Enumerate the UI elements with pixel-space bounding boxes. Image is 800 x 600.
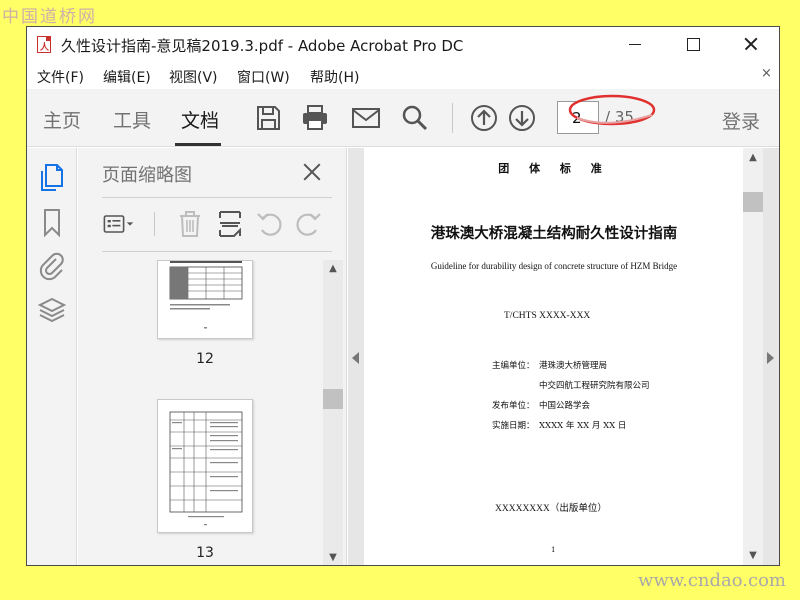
scroll-up-arrow-icon[interactable]: ▲ <box>327 263 339 275</box>
page-total: / 35 <box>605 108 634 126</box>
save-icon[interactable] <box>253 103 283 133</box>
doc-info-label: 实施日期： <box>492 421 535 431</box>
thumbnails-panel: 页面缩略图 12 13 ▲ ▼ <box>78 148 347 565</box>
pdf-app-icon: 人 <box>37 36 51 53</box>
tool-separator <box>154 212 155 236</box>
page-thumbnails-icon[interactable] <box>37 162 67 194</box>
menu-window[interactable]: 窗口(W) <box>237 67 290 87</box>
insert-page-icon[interactable] <box>214 208 246 240</box>
document-view: 团 体 标 准 港珠澳大桥混凝土结构耐久性设计指南 Guideline for … <box>348 148 779 565</box>
doc-title: 港珠澳大桥混凝土结构耐久性设计指南 <box>430 225 678 242</box>
thumbnail-list: 12 13 <box>102 260 327 565</box>
search-icon[interactable] <box>400 103 430 133</box>
left-navigation <box>27 148 77 565</box>
menu-help[interactable]: 帮助(H) <box>310 67 359 87</box>
scroll-down-arrow-icon[interactable]: ▼ <box>327 552 339 564</box>
page-options-icon[interactable] <box>102 208 134 240</box>
scroll-down-arrow-icon[interactable]: ▼ <box>747 550 759 562</box>
doc-page-number: 1 <box>551 546 556 554</box>
close-icon[interactable] <box>300 160 324 184</box>
rotate-right-icon[interactable] <box>292 208 324 240</box>
title-bar: 人 久性设计指南-意见稿2019.3.pdf - Adobe Acrobat P… <box>27 27 779 61</box>
watermark-top: 中国道桥网 <box>2 7 97 27</box>
page-number-input[interactable]: 2 <box>557 101 599 134</box>
page-down-icon[interactable] <box>507 103 537 133</box>
watermark-bottom: www.cndao.com <box>638 570 786 591</box>
email-icon[interactable] <box>351 103 381 133</box>
scrollbar-thumb[interactable] <box>743 192 763 212</box>
panel-divider <box>102 251 332 252</box>
login-button[interactable]: 登录 <box>722 107 760 134</box>
active-tab-indicator <box>175 143 221 146</box>
thumbnail-page-number: 13 <box>196 545 214 561</box>
doc-header: 团 体 标 准 <box>498 162 610 175</box>
acrobat-window: 人 久性设计指南-意见稿2019.3.pdf - Adobe Acrobat P… <box>26 26 780 566</box>
scroll-up-arrow-icon[interactable]: ▲ <box>747 152 759 164</box>
page-thumbnail[interactable] <box>157 260 253 339</box>
tab-tools[interactable]: 工具 <box>113 106 151 133</box>
menu-bar: 文件(F) 编辑(E) 视图(V) 窗口(W) 帮助(H) × <box>27 63 779 89</box>
document-page: 团 体 标 准 港珠澳大桥混凝土结构耐久性设计指南 Guideline for … <box>364 148 744 565</box>
maximize-button[interactable] <box>663 27 721 61</box>
close-window-button[interactable] <box>721 27 779 61</box>
delete-icon[interactable] <box>174 208 206 240</box>
print-icon[interactable] <box>300 103 330 133</box>
thumbnail-scrollbar[interactable]: ▲ ▼ <box>323 260 343 565</box>
minimize-button[interactable] <box>605 27 663 61</box>
window-title: 久性设计指南-意见稿2019.3.pdf - Adobe Acrobat Pro… <box>61 37 464 55</box>
toolbar: 主页 工具 文档 2 / 35 登录 <box>27 89 779 147</box>
attachment-icon[interactable] <box>37 250 67 282</box>
scrollbar-thumb[interactable] <box>323 389 343 409</box>
expand-right-panel-icon[interactable] <box>767 352 774 364</box>
panel-divider <box>102 197 332 198</box>
doc-standard-code: T/CHTS XXXX-XXX <box>504 311 591 321</box>
layers-icon[interactable] <box>37 295 67 327</box>
collapse-left-panel-icon[interactable] <box>352 352 359 364</box>
close-document-icon[interactable]: × <box>761 66 772 81</box>
doc-publisher: XXXXXXXX（出版单位） <box>495 504 607 514</box>
doc-info-label: 主编单位： <box>492 361 535 371</box>
doc-info-value: 中国公路学会 <box>539 401 591 411</box>
menu-edit[interactable]: 编辑(E) <box>103 67 151 87</box>
document-scrollbar[interactable]: ▲ ▼ <box>743 148 763 565</box>
doc-info-value: 中交四航工程研究院有限公司 <box>539 381 650 391</box>
thumbnail-page-number: 12 <box>196 351 214 367</box>
tab-document[interactable]: 文档 <box>181 106 219 133</box>
page-thumbnail[interactable] <box>157 399 253 533</box>
menu-view[interactable]: 视图(V) <box>169 67 218 87</box>
panel-title: 页面缩略图 <box>102 165 192 186</box>
doc-info-label: 发布单位： <box>492 401 535 411</box>
toolbar-separator <box>452 103 453 133</box>
bookmark-icon[interactable] <box>37 207 67 239</box>
page-up-icon[interactable] <box>469 103 499 133</box>
tab-home[interactable]: 主页 <box>43 106 81 133</box>
menu-file[interactable]: 文件(F) <box>37 67 84 87</box>
rotate-left-icon[interactable] <box>254 208 286 240</box>
doc-info-value: 港珠澳大桥管理局 <box>539 361 608 371</box>
doc-subtitle: Guideline for durability design of concr… <box>430 261 678 271</box>
doc-info-value: XXXX 年 XX 月 XX 日 <box>539 421 627 431</box>
